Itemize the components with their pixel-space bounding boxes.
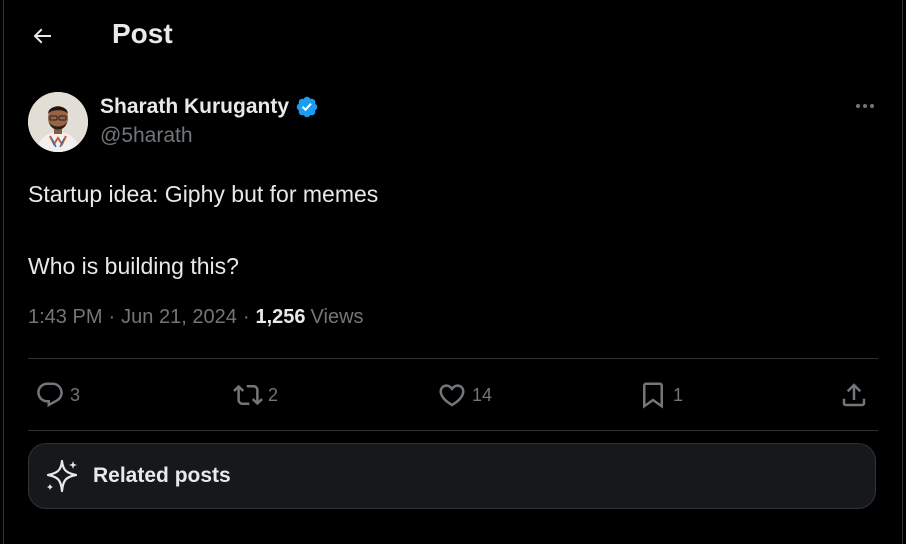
share-icon (838, 379, 870, 411)
related-posts-label: Related posts (93, 464, 231, 487)
views-label: Views (310, 306, 364, 328)
like-count: 14 (472, 384, 493, 405)
post-text-line: Startup idea: Giphy but for memes (28, 181, 379, 207)
page-header: Post (0, 0, 906, 68)
back-button[interactable] (24, 18, 60, 54)
repost-button[interactable]: 2 (232, 378, 278, 412)
author-handle[interactable]: @5harath (100, 124, 193, 148)
more-horizontal-icon (856, 104, 874, 108)
meta-separator: · (108, 306, 116, 328)
heart-icon (436, 379, 468, 411)
author-display-name[interactable]: Sharath Kuruganty (100, 95, 289, 119)
post-text: Startup idea: Giphy but for memes Who is… (28, 176, 868, 284)
reply-count: 3 (70, 384, 81, 405)
meta-separator: · (242, 306, 250, 328)
page-title: Post (112, 18, 173, 49)
post-time[interactable]: 1:43 PM (28, 306, 102, 329)
reply-button[interactable]: 3 (34, 378, 80, 412)
reply-icon (34, 379, 66, 411)
author-name-row: Sharath Kuruganty (100, 92, 319, 122)
post-meta: 1:43 PM · Jun 21, 2024 · 1,256 Views (28, 306, 364, 329)
related-posts-button[interactable]: Related posts (28, 443, 876, 509)
bookmark-icon (637, 379, 669, 411)
divider (28, 358, 878, 359)
frame-border-right (902, 0, 903, 544)
divider (28, 430, 878, 431)
verified-badge-icon[interactable] (295, 95, 319, 119)
avatar-image (28, 92, 88, 152)
post-date[interactable]: Jun 21, 2024 (121, 306, 237, 329)
frame-border-left (3, 0, 4, 544)
share-button[interactable] (838, 378, 870, 412)
arrow-left-icon (33, 28, 51, 44)
repost-count: 2 (268, 384, 279, 405)
sparkle-icon (43, 457, 81, 495)
post-text-line: Who is building this? (28, 253, 239, 279)
more-options-button[interactable] (850, 94, 880, 118)
bookmark-button[interactable]: 1 (637, 378, 683, 412)
repost-icon (232, 379, 264, 411)
like-button[interactable]: 14 (436, 378, 492, 412)
avatar[interactable] (28, 92, 88, 152)
views-count: 1,256 (255, 306, 306, 328)
bookmark-count: 1 (673, 384, 684, 405)
